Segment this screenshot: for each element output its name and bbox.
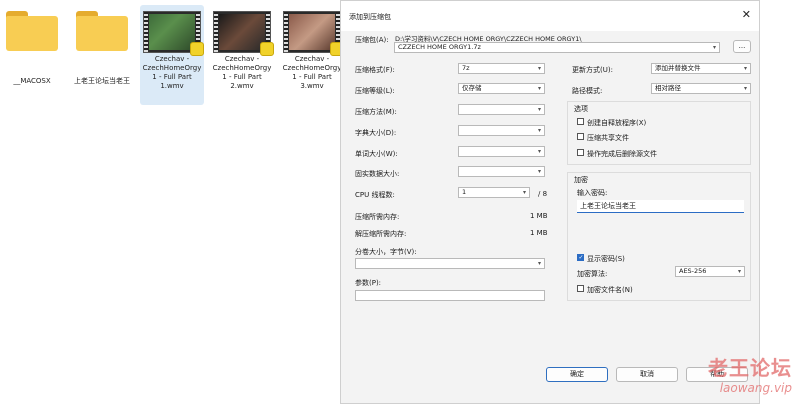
file-name: Czechav - CzechHomeOrgy 1 - Full Part 2.… bbox=[212, 55, 272, 90]
dict-label: 字典大小(D): bbox=[355, 129, 397, 137]
video-item-part1[interactable]: Czechav - CzechHomeOrgy 1 - Full Part 1.… bbox=[140, 5, 204, 105]
level-select[interactable]: 仅存储 ▾ bbox=[458, 83, 545, 94]
chevron-down-icon: ▾ bbox=[537, 127, 541, 134]
video-file-icon bbox=[283, 11, 344, 56]
format-label: 压缩格式(F): bbox=[355, 66, 395, 74]
options-group: 选项 创建自释放程序(X) 压缩共享文件 操作完成后删除源文件 bbox=[567, 101, 751, 165]
video-item-part2[interactable]: Czechav - CzechHomeOrgy 1 - Full Part 2.… bbox=[210, 5, 274, 91]
chevron-down-icon: ▾ bbox=[537, 260, 541, 267]
chevron-down-icon: ▾ bbox=[537, 85, 541, 92]
params-label: 参数(P): bbox=[355, 279, 382, 287]
video-file-icon bbox=[213, 11, 274, 56]
threads-select[interactable]: 1 ▾ bbox=[458, 187, 530, 198]
file-name: 上老王论坛当老王 bbox=[74, 77, 130, 85]
folder-icon bbox=[76, 11, 128, 51]
dict-select[interactable]: ▾ bbox=[458, 125, 545, 136]
encrypt-method-value: AES-256 bbox=[679, 267, 707, 275]
file-name: Czechav - CzechHomeOrgy 1 - Full Part 1.… bbox=[142, 55, 202, 90]
path-select[interactable]: 相对路径 ▾ bbox=[651, 83, 751, 94]
solid-select[interactable]: ▾ bbox=[458, 166, 545, 177]
encrypt-names-checkbox[interactable] bbox=[577, 285, 584, 292]
encrypt-names-label: 加密文件名(N) bbox=[587, 286, 633, 294]
format-value: 7z bbox=[462, 64, 470, 72]
path-label: 路径模式: bbox=[572, 87, 603, 95]
watermark-line2: laowang.vip bbox=[719, 381, 792, 395]
encrypt-method-select[interactable]: AES-256 ▾ bbox=[675, 266, 745, 277]
delete-source-label: 操作完成后删除源文件 bbox=[587, 150, 657, 158]
folder-item-macosx[interactable]: __MACOSX bbox=[0, 5, 64, 86]
chevron-down-icon: ▾ bbox=[537, 106, 541, 113]
chevron-down-icon: ▾ bbox=[537, 65, 541, 72]
update-select[interactable]: 添加并替换文件 ▾ bbox=[651, 63, 751, 74]
browse-button[interactable]: ... bbox=[733, 40, 751, 53]
threads-label: CPU 线程数: bbox=[355, 191, 395, 199]
watermark-line1: 老王论坛 bbox=[708, 356, 792, 380]
mem-decompress-label: 解压缩所需内存: bbox=[355, 230, 407, 238]
level-label: 压缩等级(L): bbox=[355, 87, 395, 95]
threads-total: / 8 bbox=[538, 190, 548, 198]
shared-label: 压缩共享文件 bbox=[587, 134, 629, 142]
file-name: __MACOSX bbox=[13, 77, 51, 85]
password-label: 输入密码: bbox=[577, 189, 608, 197]
volume-combo[interactable]: ▾ bbox=[355, 258, 545, 269]
add-to-archive-dialog: 添加到压缩包 ✕ 压缩包(A): D:\学习资料\V\CZECH HOME OR… bbox=[340, 0, 760, 404]
show-password-label: 显示密码(S) bbox=[587, 255, 625, 263]
params-input[interactable] bbox=[355, 290, 545, 301]
chevron-down-icon: ▾ bbox=[522, 189, 526, 196]
mem-compress-label: 压缩所需内存: bbox=[355, 213, 400, 221]
level-value: 仅存储 bbox=[462, 84, 482, 92]
folder-item-laowang[interactable]: 上老王论坛当老王 bbox=[70, 5, 134, 86]
chevron-down-icon: ▾ bbox=[537, 148, 541, 155]
chevron-down-icon: ▾ bbox=[712, 44, 716, 51]
sfx-checkbox[interactable] bbox=[577, 118, 584, 125]
encryption-title: 加密 bbox=[574, 176, 588, 184]
archive-name-value: CZZECH HOME ORGY1.7z bbox=[398, 43, 481, 51]
encryption-group: 加密 输入密码: 上老王论坛当老王 显示密码(S) 加密算法: AES-256 ▾… bbox=[567, 172, 751, 301]
sfx-label: 创建自释放程序(X) bbox=[587, 119, 647, 127]
delete-source-checkbox[interactable] bbox=[577, 149, 584, 156]
volume-label: 分卷大小，字节(V): bbox=[355, 248, 417, 256]
folder-icon bbox=[6, 11, 58, 51]
word-label: 单词大小(W): bbox=[355, 150, 398, 158]
shared-checkbox[interactable] bbox=[577, 133, 584, 140]
threads-value: 1 bbox=[462, 188, 467, 196]
archive-label: 压缩包(A): bbox=[355, 36, 389, 44]
chevron-down-icon: ▾ bbox=[743, 65, 747, 72]
method-select[interactable]: ▾ bbox=[458, 104, 545, 115]
chevron-down-icon: ▾ bbox=[537, 168, 541, 175]
update-label: 更新方式(U): bbox=[572, 66, 613, 74]
solid-label: 固实数据大小: bbox=[355, 170, 400, 178]
dialog-titlebar: 添加到压缩包 ✕ bbox=[341, 1, 759, 31]
watermark: 老王论坛 laowang.vip bbox=[708, 352, 792, 395]
chevron-down-icon: ▾ bbox=[737, 268, 741, 275]
ok-button[interactable]: 确定 bbox=[546, 367, 608, 382]
archive-name-combo[interactable]: CZZECH HOME ORGY1.7z ▾ bbox=[394, 42, 720, 53]
format-select[interactable]: 7z ▾ bbox=[458, 63, 545, 74]
dialog-title: 添加到压缩包 bbox=[349, 13, 391, 21]
update-value: 添加并替换文件 bbox=[655, 64, 701, 72]
method-label: 压缩方法(M): bbox=[355, 108, 397, 116]
word-select[interactable]: ▾ bbox=[458, 146, 545, 157]
video-item-part3[interactable]: Czechav - CzechHomeOrgy 1 - Full Part 3.… bbox=[280, 5, 344, 91]
close-icon[interactable]: ✕ bbox=[742, 8, 751, 21]
video-file-icon bbox=[143, 11, 204, 56]
options-title: 选项 bbox=[574, 105, 588, 113]
mem-decompress-value: 1 MB bbox=[530, 229, 548, 237]
file-name: Czechav - CzechHomeOrgy 1 - Full Part 3.… bbox=[282, 55, 342, 90]
mem-compress-value: 1 MB bbox=[530, 212, 548, 220]
cancel-button[interactable]: 取消 bbox=[616, 367, 678, 382]
password-input[interactable]: 上老王论坛当老王 bbox=[577, 200, 744, 213]
encrypt-method-label: 加密算法: bbox=[577, 270, 608, 278]
chevron-down-icon: ▾ bbox=[743, 85, 747, 92]
show-password-checkbox[interactable] bbox=[577, 254, 584, 261]
file-explorer: __MACOSX 上老王论坛当老王 Czechav - CzechHomeOrg… bbox=[0, 0, 344, 404]
path-value: 相对路径 bbox=[655, 84, 681, 92]
